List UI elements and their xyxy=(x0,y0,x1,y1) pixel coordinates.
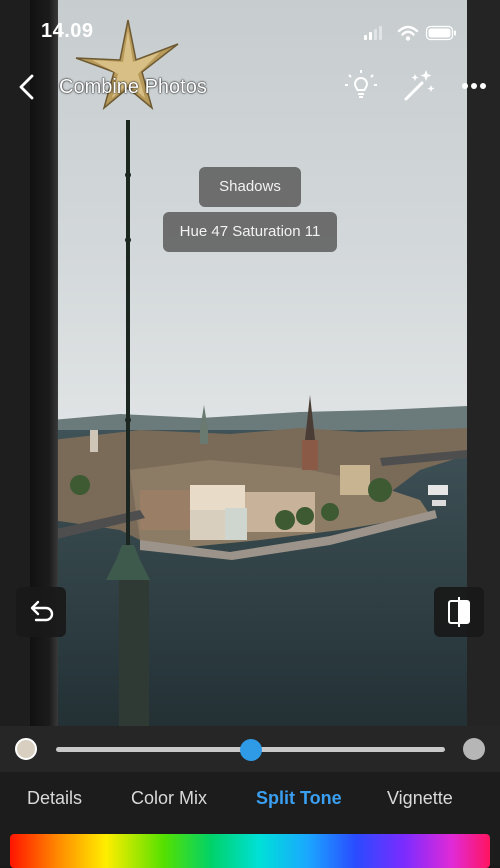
region-tooltip: Shadows xyxy=(199,167,301,207)
tab-color-mix[interactable]: Color Mix xyxy=(131,788,207,809)
magic-wand-icon xyxy=(404,70,435,101)
page-title: Combine Photos xyxy=(59,76,207,98)
status-time: 14.09 xyxy=(41,20,94,42)
more-button[interactable] xyxy=(454,66,494,106)
tab-split-tone[interactable]: Split Tone xyxy=(256,788,342,809)
wifi-icon xyxy=(397,25,419,41)
tab-vignette[interactable]: Vignette xyxy=(387,788,453,809)
lightbulb-icon xyxy=(345,70,377,98)
shadow-swatch[interactable] xyxy=(463,738,485,760)
back-button[interactable] xyxy=(12,70,42,104)
photo-canvas xyxy=(0,0,500,770)
status-icons xyxy=(364,24,464,44)
chevron-left-icon xyxy=(19,74,34,100)
magic-wand-button[interactable] xyxy=(398,66,438,106)
signal-icon xyxy=(364,26,382,40)
hue-strip[interactable] xyxy=(10,834,490,868)
slider-thumb[interactable] xyxy=(239,739,262,761)
compare-button[interactable] xyxy=(434,587,484,637)
undo-icon xyxy=(30,600,54,622)
lightbulb-button[interactable] xyxy=(341,66,381,106)
split-tone-slider xyxy=(0,726,500,772)
undo-button[interactable] xyxy=(16,587,66,637)
tab-details[interactable]: Details xyxy=(27,788,82,809)
compare-icon xyxy=(448,597,470,627)
highlight-swatch[interactable] xyxy=(15,738,37,760)
hue-picker-area xyxy=(0,822,500,868)
more-icon xyxy=(462,83,486,89)
edit-tabs: Details Color Mix Split Tone Vignette xyxy=(0,772,500,822)
values-tooltip: Hue 47 Saturation 11 xyxy=(163,212,337,252)
battery-icon xyxy=(425,25,456,41)
